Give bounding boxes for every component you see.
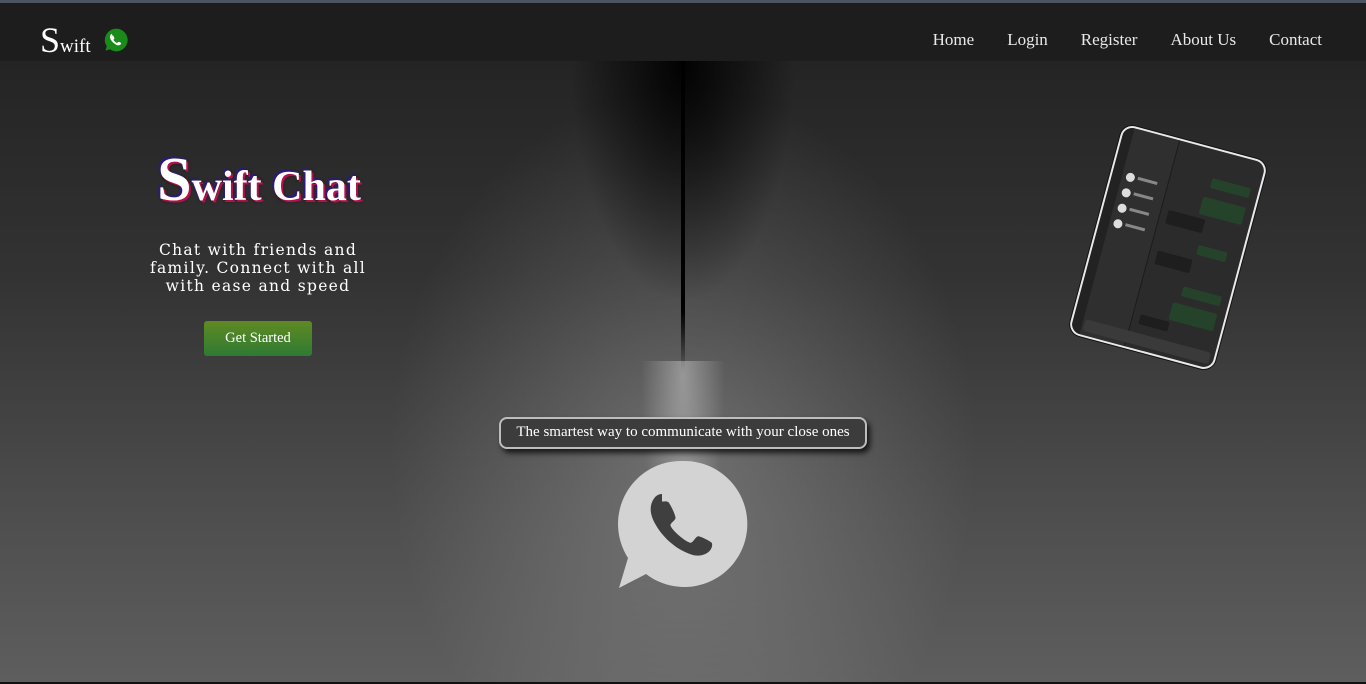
nav-login[interactable]: Login [1007, 30, 1048, 50]
hero-section: Swift Chat Chat with friends and family.… [0, 61, 1366, 682]
nav-home[interactable]: Home [933, 30, 975, 50]
nav-register[interactable]: Register [1081, 30, 1138, 50]
spotlight-core [681, 61, 685, 373]
slogan-badge: The smartest way to communicate with you… [499, 417, 867, 449]
hero-title-text: wift Chat [191, 164, 361, 210]
whatsapp-icon [618, 460, 748, 588]
app-preview-image [1067, 123, 1269, 372]
hero-title-letter: S [157, 146, 192, 214]
hero-title: Swift Chat [100, 145, 418, 216]
whatsapp-icon [104, 28, 128, 52]
preview-row [1120, 187, 1157, 206]
hero-tagline: Chat with friends and family. Connect wi… [149, 241, 367, 295]
logo-letter: S [40, 20, 61, 60]
get-started-button[interactable]: Get Started [204, 321, 312, 356]
brand-logo[interactable]: Swift [40, 19, 91, 61]
navbar: Swift Home Login Register About Us Conta… [0, 3, 1366, 61]
logo-text: wift [60, 36, 91, 57]
preview-row [1124, 171, 1162, 191]
nav-about-us[interactable]: About Us [1170, 30, 1236, 50]
preview-row [1116, 202, 1153, 222]
main-nav: Home Login Register About Us Contact [933, 30, 1322, 50]
preview-row [1112, 218, 1149, 237]
nav-contact[interactable]: Contact [1269, 30, 1322, 50]
